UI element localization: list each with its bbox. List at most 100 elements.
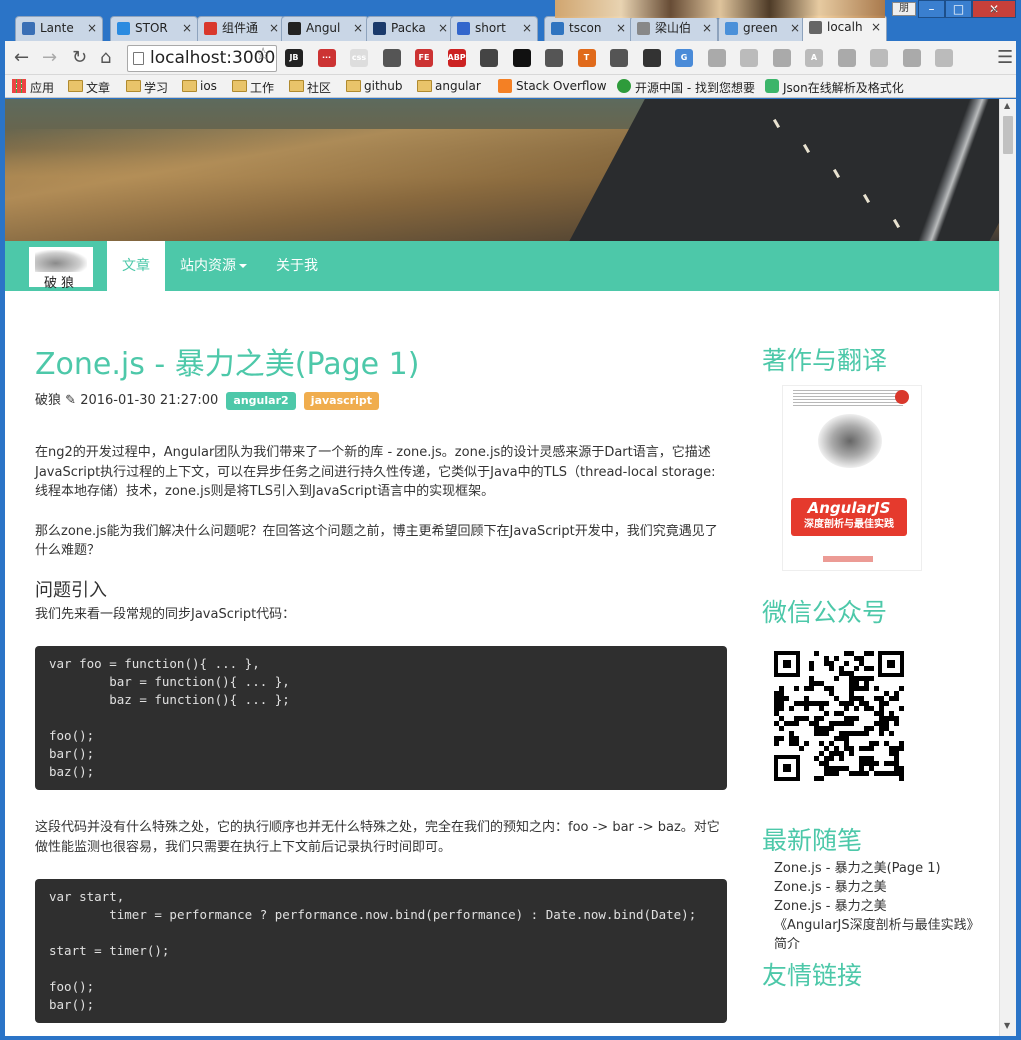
close-tab-icon[interactable]: × xyxy=(871,16,881,39)
extension-icon[interactable] xyxy=(480,49,498,67)
extension-icon[interactable] xyxy=(772,49,791,67)
recent-post-link[interactable]: 《AngularJS深度剖析与最佳实践》简介 xyxy=(774,916,982,954)
site-logo[interactable]: 破狼 xyxy=(29,247,93,291)
extension-icon[interactable] xyxy=(642,49,661,67)
extension-icon[interactable]: css xyxy=(350,49,368,67)
article-paragraph: 我们先来看一段常规的同步JavaScript代码： xyxy=(35,606,296,622)
bookmark-item[interactable]: 工作 xyxy=(232,79,274,96)
close-tab-icon[interactable]: × xyxy=(616,17,626,40)
bookmark-item[interactable]: angular xyxy=(417,79,481,93)
scrollbar[interactable]: ▲ ▼ xyxy=(999,99,1016,1036)
tab-9[interactable]: localh × xyxy=(802,15,887,41)
qr-module xyxy=(869,746,874,751)
recent-post-link[interactable]: Zone.js - 暴力之美 xyxy=(774,897,982,916)
bookmark-item[interactable]: 开源中国 - 找到您想要 xyxy=(617,79,755,96)
qr-module xyxy=(854,706,859,711)
tab-1[interactable]: STOR × xyxy=(110,16,198,41)
qr-module xyxy=(829,726,834,731)
close-tab-icon[interactable]: × xyxy=(438,17,448,40)
bookmark-star-icon[interactable]: ☆ xyxy=(255,44,271,65)
close-tab-icon[interactable]: × xyxy=(182,17,192,40)
extension-icon[interactable]: ABP xyxy=(447,49,466,67)
tag-javascript[interactable]: javascript xyxy=(303,392,379,410)
tab-5[interactable]: short × xyxy=(450,16,538,41)
back-arrow-icon[interactable]: ← xyxy=(14,49,29,67)
bookmark-item[interactable]: 应用 xyxy=(12,79,54,96)
page-icon xyxy=(133,52,144,65)
bookmark-item[interactable]: Json在线解析及格式化 xyxy=(765,79,904,96)
tab-label: short xyxy=(475,21,506,35)
tab-2[interactable]: 组件通 × xyxy=(197,16,285,41)
extension-icon[interactable] xyxy=(837,49,856,67)
close-tab-icon[interactable]: × xyxy=(522,17,532,40)
extension-icon[interactable]: ··· xyxy=(317,49,336,67)
scroll-up-icon[interactable]: ▲ xyxy=(1004,101,1010,110)
tag-angular2[interactable]: angular2 xyxy=(226,392,296,410)
tab-6[interactable]: tscon × xyxy=(544,16,632,41)
qr-module xyxy=(869,651,874,656)
book-cover-image[interactable]: AngularJS 深度剖析与最佳实践 xyxy=(782,385,922,571)
bookmark-item[interactable]: Stack Overflow xyxy=(498,79,607,93)
profile-button[interactable]: 朋 xyxy=(892,2,916,16)
wechat-qr-code xyxy=(774,651,904,781)
bookmark-item[interactable]: 学习 xyxy=(126,79,168,96)
nav-about-me[interactable]: 关于我 xyxy=(261,241,333,291)
close-tab-icon[interactable]: × xyxy=(87,17,97,40)
recent-post-link[interactable]: Zone.js - 暴力之美 xyxy=(774,878,982,897)
extension-icon[interactable] xyxy=(512,49,531,67)
close-tab-icon[interactable]: × xyxy=(702,17,712,40)
bookmark-item[interactable]: github xyxy=(346,79,402,93)
scrollbar-thumb[interactable] xyxy=(1003,116,1013,154)
bookmarks-overflow-icon[interactable]: » xyxy=(990,3,998,18)
qr-module xyxy=(869,666,874,671)
tab-3[interactable]: Angul × xyxy=(281,16,369,41)
scroll-down-icon[interactable]: ▼ xyxy=(1004,1021,1010,1030)
extension-icon[interactable]: G xyxy=(675,49,693,67)
extension-icon[interactable]: JB xyxy=(285,49,303,67)
ts-icon xyxy=(551,22,564,35)
maximize-button[interactable]: □ xyxy=(945,0,972,18)
home-icon[interactable]: ⌂ xyxy=(100,49,111,67)
bookmark-label: ios xyxy=(200,79,217,93)
forward-arrow-icon[interactable]: → xyxy=(42,49,57,67)
extension-icon[interactable] xyxy=(382,49,401,67)
close-tab-icon[interactable]: × xyxy=(269,17,279,40)
qr-module xyxy=(884,701,889,706)
bookmark-item[interactable]: 文章 xyxy=(68,79,110,96)
extension-icon[interactable]: FE xyxy=(415,49,433,67)
article-title[interactable]: Zone.js - 暴力之美(Page 1) xyxy=(35,345,727,385)
extension-icon[interactable] xyxy=(935,49,953,67)
bookmark-item[interactable]: 社区 xyxy=(289,79,331,96)
extension-icon[interactable]: T xyxy=(577,49,596,67)
close-tab-icon[interactable]: × xyxy=(353,17,363,40)
code-block: var start, timer = performance ? perform… xyxy=(35,879,727,1023)
qr-module xyxy=(899,706,904,711)
qr-module xyxy=(794,686,799,691)
recent-post-link[interactable]: Zone.js - 暴力之美(Page 1) xyxy=(774,859,982,878)
extension-icon[interactable] xyxy=(870,49,888,67)
arrow-up-icon xyxy=(22,22,35,35)
extension-icon[interactable] xyxy=(610,49,628,67)
close-tab-icon[interactable]: × xyxy=(790,17,800,40)
folder-icon xyxy=(289,80,304,92)
extension-icon[interactable] xyxy=(902,49,921,67)
extension-icon[interactable]: A xyxy=(805,49,823,67)
extension-icon[interactable] xyxy=(545,49,563,67)
reload-icon[interactable]: ↻ xyxy=(72,49,87,67)
extension-icon[interactable] xyxy=(740,49,758,67)
bookmark-label: github xyxy=(364,79,403,93)
tab-0[interactable]: Lante × xyxy=(15,16,103,41)
qr-module xyxy=(894,721,899,726)
nav-site-resources[interactable]: 站内资源 xyxy=(165,241,262,291)
browser-menu-icon[interactable]: ☰ xyxy=(997,47,1013,68)
qr-module xyxy=(899,776,904,781)
tab-4[interactable]: Packa × xyxy=(366,16,454,41)
wechat-heading: 微信公众号 xyxy=(762,598,888,627)
minimize-button[interactable]: – xyxy=(918,0,945,18)
tab-8[interactable]: green × xyxy=(718,16,806,41)
extension-icon[interactable] xyxy=(707,49,726,67)
qr-module xyxy=(779,726,784,731)
bookmark-item[interactable]: ios xyxy=(182,79,217,93)
nav-articles[interactable]: 文章 xyxy=(107,241,165,291)
tab-7[interactable]: 梁山伯 × xyxy=(630,16,718,41)
